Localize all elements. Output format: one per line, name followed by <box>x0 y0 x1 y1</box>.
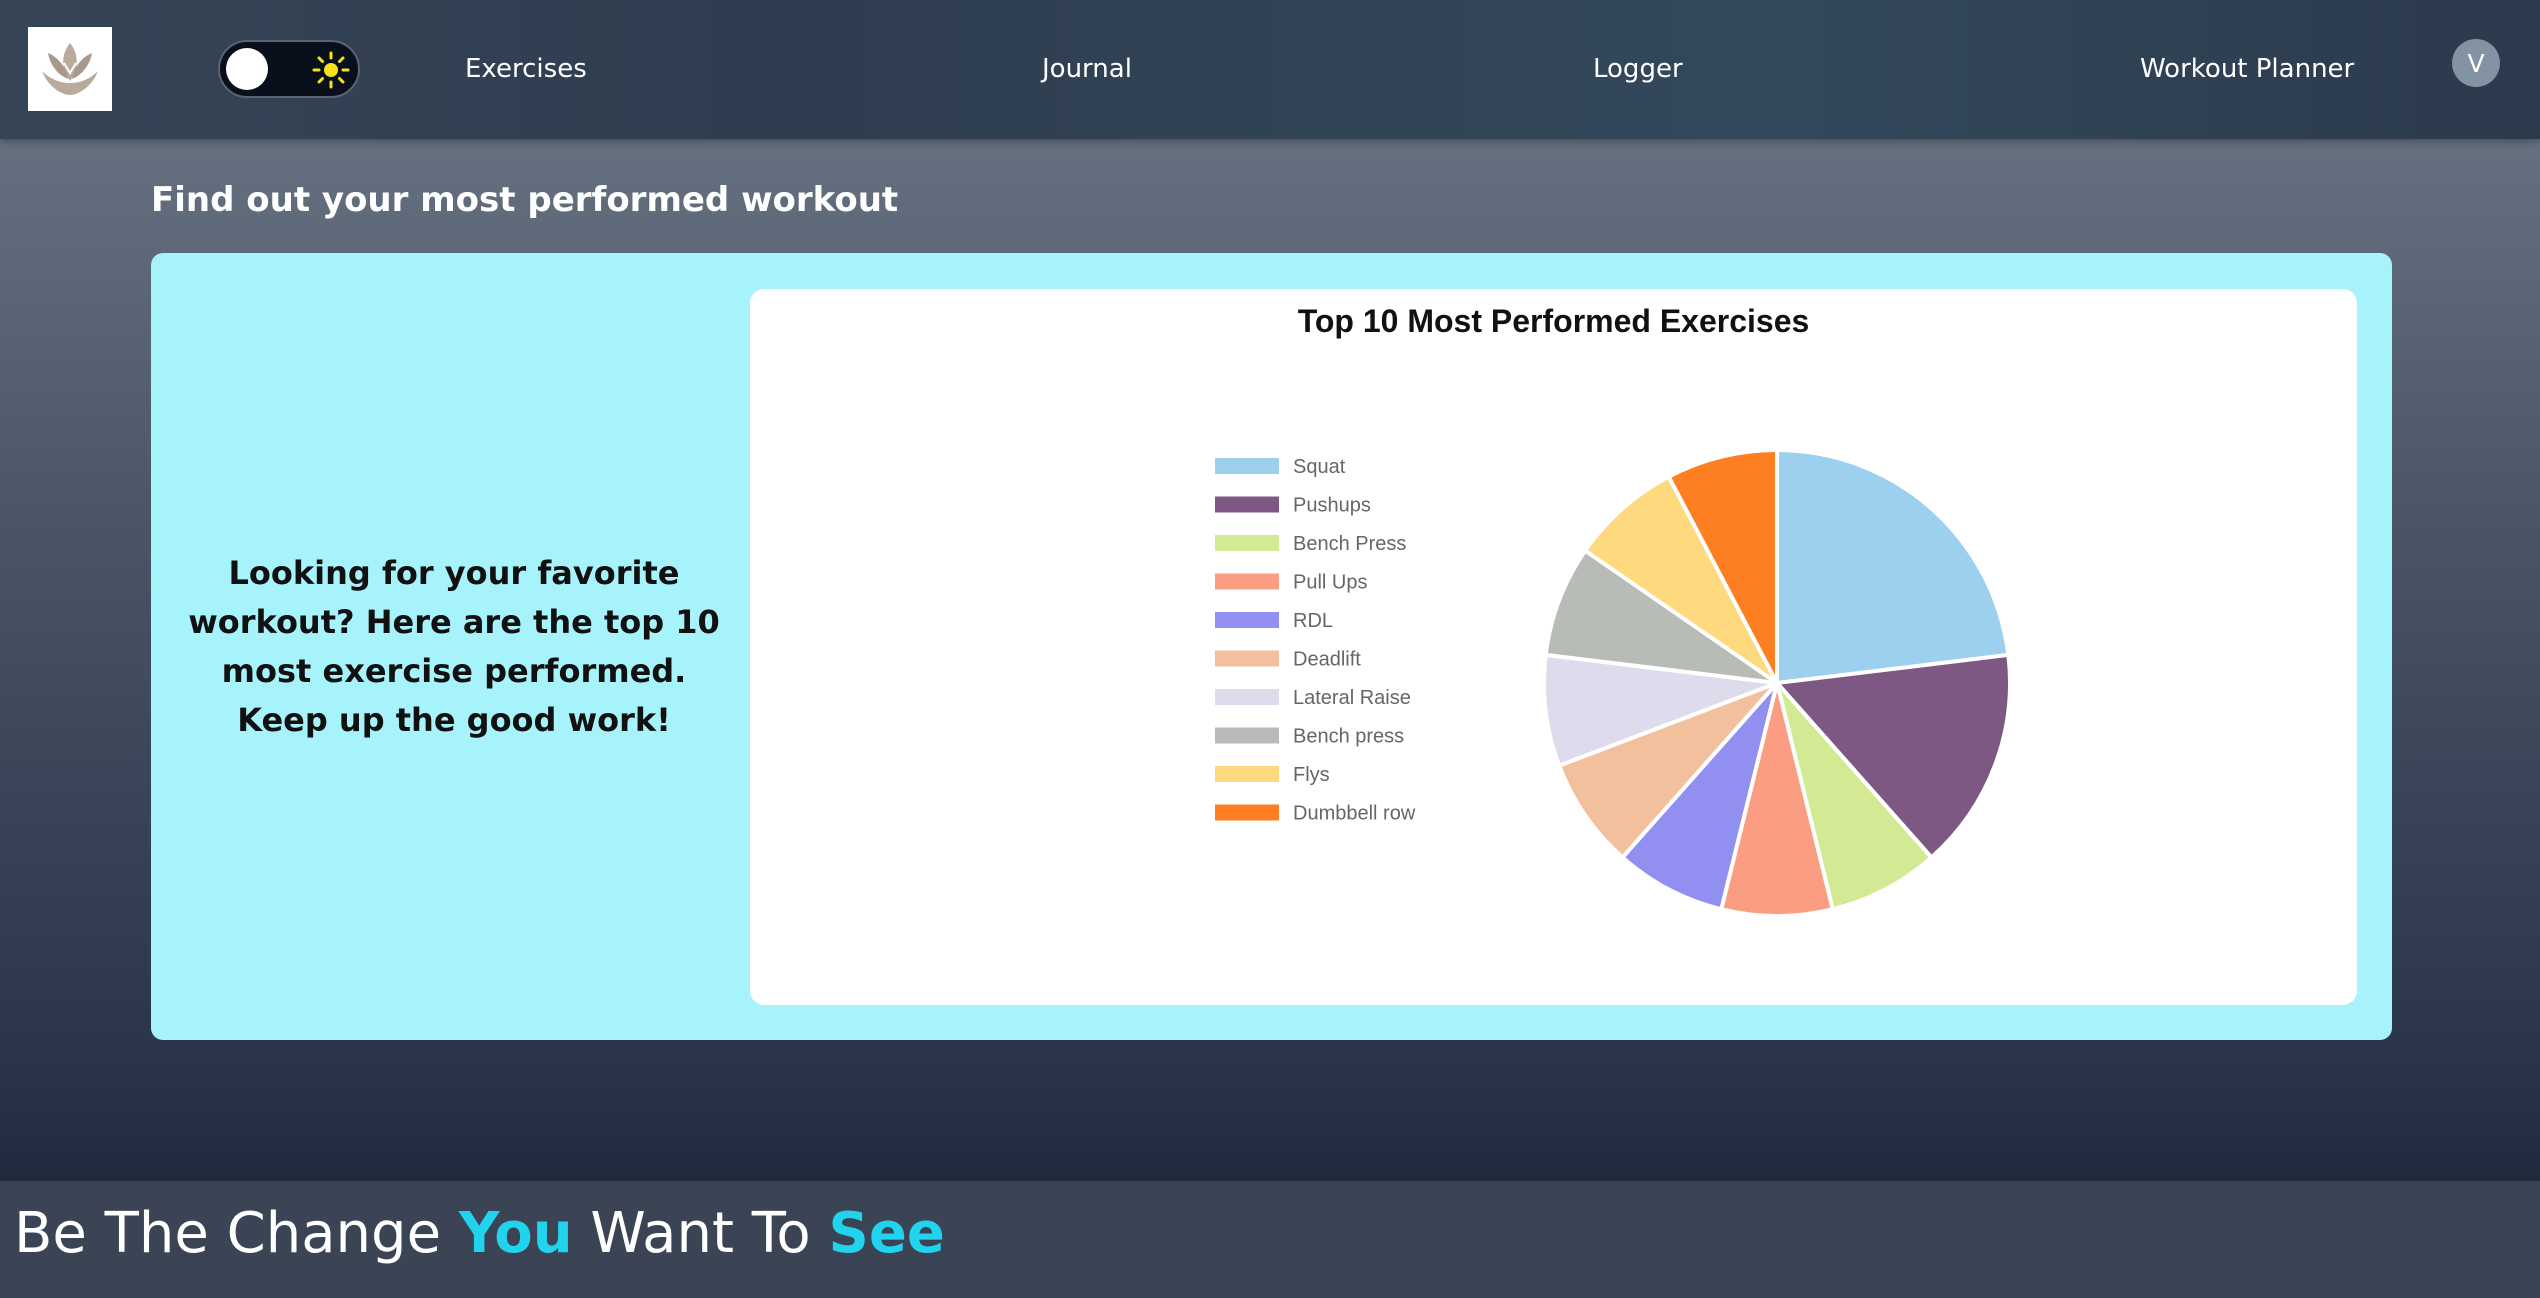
legend-label[interactable]: RDL <box>1293 610 1333 632</box>
toggle-knob <box>226 48 268 90</box>
avatar[interactable]: V <box>2452 39 2500 87</box>
legend-swatch <box>1215 496 1279 513</box>
theme-toggle[interactable] <box>218 40 360 98</box>
nav-link-exercises[interactable]: Exercises <box>465 50 587 88</box>
nav-link-workout-planner[interactable]: Workout Planner <box>2140 50 2354 88</box>
top-navbar: Exercises Journal Logger Workout Planner… <box>0 0 2540 139</box>
legend-swatch <box>1215 458 1279 474</box>
lotus-logo-icon <box>42 43 98 95</box>
legend-label[interactable]: Bench Press <box>1293 533 1406 555</box>
legend-swatch <box>1215 535 1279 551</box>
nav-link-journal[interactable]: Journal <box>1042 50 1132 88</box>
footer-tagline: Be The Change You Want To See <box>14 1201 945 1266</box>
legend-label[interactable]: Pushups <box>1293 495 1371 517</box>
legend-swatch <box>1215 573 1279 590</box>
footer: Be The Change You Want To See <box>0 1181 2540 1298</box>
pie-slice-squat[interactable] <box>1775 447 2011 686</box>
legend-label[interactable]: Bench press <box>1293 726 1404 748</box>
legend-swatch <box>1215 766 1279 782</box>
legend-swatch <box>1215 804 1279 821</box>
legend-label[interactable]: Flys <box>1293 764 1330 786</box>
sun-icon <box>312 51 350 89</box>
pie-chart: Squat Pushups Bench Press Pull Ups RDL Deadli… <box>1215 447 2012 918</box>
stats-card: Looking for your favorite workout? Here … <box>151 253 2392 1040</box>
legend-swatch <box>1215 612 1279 628</box>
nav-link-logger[interactable]: Logger <box>1593 50 1683 88</box>
intro-text: Looking for your favorite workout? Here … <box>188 554 720 739</box>
legend-label[interactable]: Deadlift <box>1293 649 1361 671</box>
chart-panel: Top 10 Most Performed Exercises Squat Pus… <box>750 289 2357 1005</box>
tagline-accent-you: You <box>458 1201 573 1266</box>
legend-label[interactable]: Squat <box>1293 456 1346 478</box>
tagline-accent-see: See <box>828 1201 945 1266</box>
legend-swatch <box>1215 650 1279 667</box>
tagline-part-2: Want To <box>572 1201 829 1266</box>
logo[interactable] <box>28 27 112 111</box>
legend-label[interactable]: Dumbbell row <box>1293 803 1416 825</box>
legend-label[interactable]: Lateral Raise <box>1293 687 1411 709</box>
legend-swatch <box>1215 689 1279 705</box>
legend-label[interactable]: Pull Ups <box>1293 572 1367 594</box>
tagline-part-1: Be The Change <box>14 1201 459 1266</box>
page-title: Find out your most performed workout <box>151 180 899 220</box>
legend-swatch <box>1215 727 1279 744</box>
